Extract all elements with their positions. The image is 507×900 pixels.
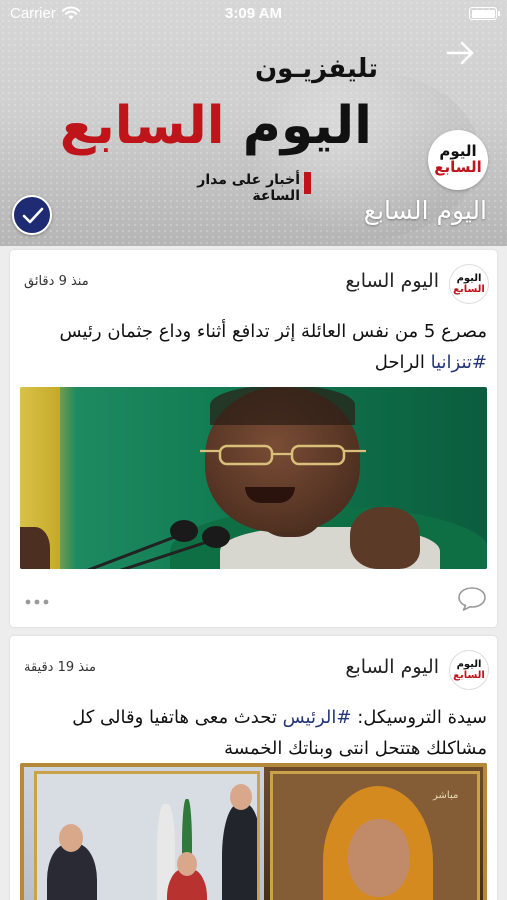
post-card[interactable]: اليوم السابع اليوم السابع منذ 19 دقيقة س… xyxy=(10,636,497,900)
post-card[interactable]: اليوم السابع اليوم السابع منذ 9 دقائق مص… xyxy=(10,250,497,627)
post-author-name[interactable]: اليوم السابع xyxy=(239,270,439,292)
post-avatar-logo-line-2: السابع xyxy=(453,284,485,295)
status-bar: Carrier 3:09 AM xyxy=(0,0,507,30)
post-avatar-logo-line-1: اليوم xyxy=(456,659,482,670)
status-time: 3:09 AM xyxy=(225,5,282,22)
post-timestamp: منذ 19 دقيقة xyxy=(24,660,96,675)
post-avatar-logo-line-1: اليوم xyxy=(456,273,482,284)
battery-icon xyxy=(469,7,500,20)
post-avatar-logo: اليوم السابع xyxy=(450,265,488,303)
channel-avatar[interactable]: اليوم السابع xyxy=(428,130,488,190)
post-image[interactable] xyxy=(20,387,487,569)
post-feed[interactable]: اليوم السابع اليوم السابع منذ 9 دقائق مص… xyxy=(0,246,507,900)
more-dots-icon[interactable] xyxy=(24,598,50,606)
post-image[interactable]: مباشر xyxy=(20,763,487,900)
arrow-right-icon[interactable] xyxy=(445,38,477,68)
post-author-name[interactable]: اليوم السابع xyxy=(239,656,439,678)
cover-accent-bar xyxy=(304,172,311,194)
cover-tagline: أخبار على مدار الساعة xyxy=(197,172,300,204)
post-text-body: مصرع 5 من نفس العائلة إثر تدافع أثناء ود… xyxy=(59,321,487,342)
channel-avatar-logo: اليوم السابع xyxy=(428,130,488,190)
post-text-lead: سيدة التروسيكل: xyxy=(357,707,487,728)
post-text-tail: الراحل xyxy=(374,352,425,373)
cover-brand-logo: اليوم السابع xyxy=(60,84,372,168)
post-avatar-logo: اليوم السابع xyxy=(450,651,488,689)
post-author-avatar[interactable]: اليوم السابع xyxy=(449,264,489,304)
post-hashtag[interactable]: #الرئيس xyxy=(283,707,352,728)
post-timestamp: منذ 9 دقائق xyxy=(24,274,89,289)
avatar-logo-line-2: السابع xyxy=(434,158,482,176)
post-avatar-logo-line-2: السابع xyxy=(453,670,485,681)
cover-brand-word-1: اليوم xyxy=(242,96,372,156)
post-hashtag[interactable]: #تنزانيا xyxy=(431,352,487,373)
cover-brand-word-2: السابع xyxy=(59,96,225,156)
channel-name[interactable]: اليوم السابع xyxy=(287,196,487,225)
post-author-avatar[interactable]: اليوم السابع xyxy=(449,650,489,690)
cover-tv-label: تليفزيـون xyxy=(254,54,378,84)
comment-bubble-icon[interactable] xyxy=(457,586,487,612)
post-text[interactable]: سيدة التروسيكل: #الرئيس تحدث معى هاتفيا … xyxy=(22,702,487,764)
verified-check-icon[interactable] xyxy=(12,195,52,235)
channel-header: Carrier 3:09 AM تليفزيـون اليوم السابع أ… xyxy=(0,0,507,246)
post-text[interactable]: مصرع 5 من نفس العائلة إثر تدافع أثناء ود… xyxy=(22,316,487,378)
